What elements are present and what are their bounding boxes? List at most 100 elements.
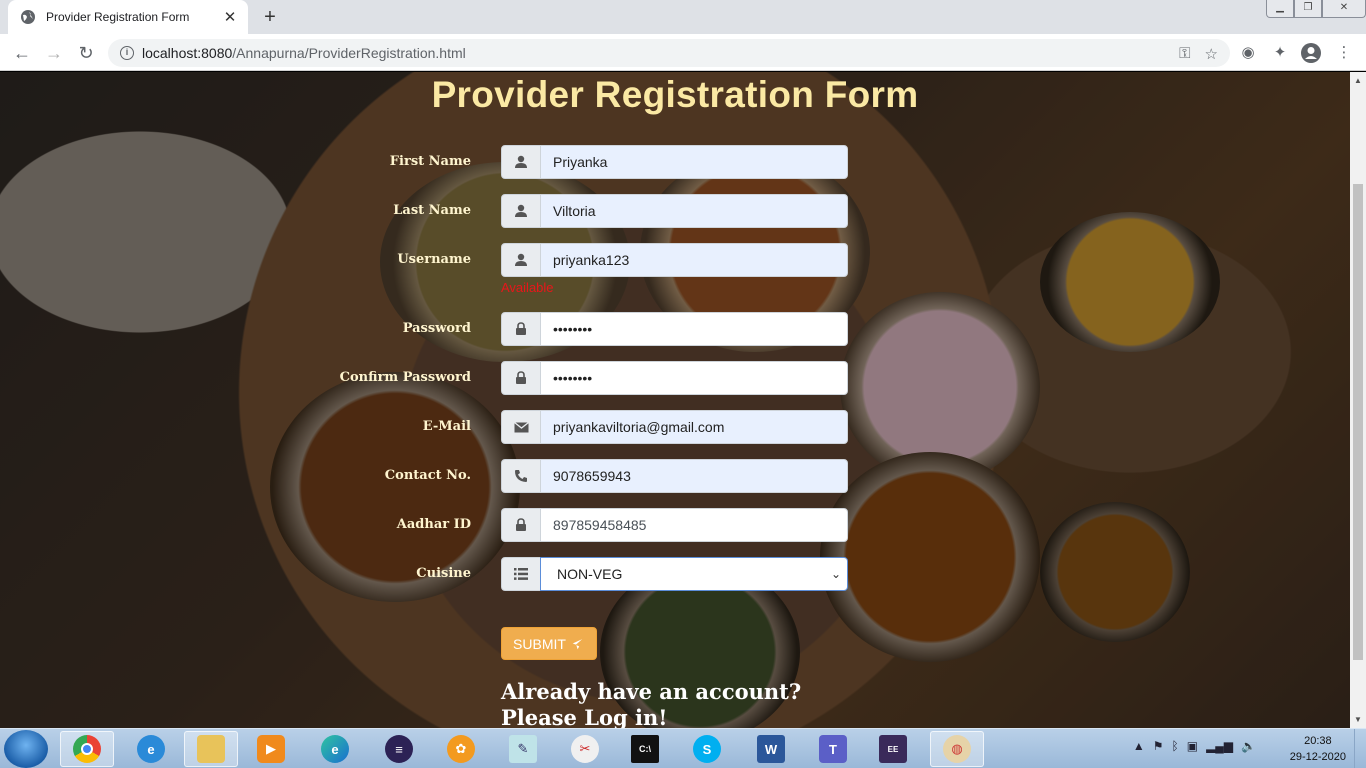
system-tray: ▲ ⚑ ᛒ ▣ ▂▄▆ 🔈 xyxy=(1133,739,1256,753)
list-icon xyxy=(501,557,541,591)
tab-title: Provider Registration Form xyxy=(46,10,190,24)
edge-icon: e xyxy=(321,735,349,763)
scroll-down-icon[interactable]: ▼ xyxy=(1354,715,1362,724)
menu-kebab-icon[interactable]: ⋮ xyxy=(1334,43,1354,63)
last-name-input[interactable]: Viltoria xyxy=(540,194,848,228)
first-name-row: First Name Priyanka xyxy=(0,145,1350,179)
taskbar-notes[interactable]: ✎ xyxy=(496,731,550,767)
submit-label: SUBMIT xyxy=(513,635,566,652)
confirm-password-input[interactable]: •••••••• xyxy=(540,361,848,395)
window-controls: ▁ ❐ ✕ xyxy=(1266,0,1366,18)
password-row: Password •••••••• xyxy=(0,312,1350,346)
action-center-icon[interactable]: ⚑ xyxy=(1153,739,1164,753)
last-name-row: Last Name Viltoria xyxy=(0,194,1350,228)
paper-plane-icon xyxy=(571,636,585,651)
taskbar-java-ide[interactable]: EE xyxy=(866,731,920,767)
email-row: E-Mail priyankaviltoria@gmail.com xyxy=(0,410,1350,444)
back-icon[interactable]: ← xyxy=(10,41,34,65)
taskbar-command-prompt[interactable]: C:\ xyxy=(618,731,672,767)
skype-icon: S xyxy=(693,735,721,763)
extensions-puzzle-icon[interactable]: ✦ xyxy=(1270,43,1290,63)
page-content: Provider Registration Form First Name Pr… xyxy=(0,72,1350,728)
password-input[interactable]: •••••••• xyxy=(540,312,848,346)
paint-palette-icon: ◍ xyxy=(943,735,971,763)
taskbar-paint[interactable]: ◍ xyxy=(930,731,984,767)
contact-input[interactable]: 9078659943 xyxy=(540,459,848,493)
show-desktop-button[interactable] xyxy=(1354,729,1366,768)
lock-icon xyxy=(501,508,541,542)
password-label: Password xyxy=(402,321,471,336)
confirm-password-label: Confirm Password xyxy=(339,370,471,385)
terminal-icon: C:\ xyxy=(631,735,659,763)
last-name-label: Last Name xyxy=(393,203,471,218)
windows-taskbar: e ▶ e ≡ ✿ ✎ ✂ C:\ S W T EE ◍ ▲ ⚑ ᛒ ▣ ▂▄▆… xyxy=(0,728,1366,768)
close-tab-icon[interactable]: ✕ xyxy=(222,8,238,26)
folder-icon xyxy=(197,735,225,763)
bookmark-star-icon[interactable]: ☆ xyxy=(1205,45,1218,63)
extension-icon[interactable]: ◉ xyxy=(1238,43,1258,63)
first-name-input[interactable]: Priyanka xyxy=(540,145,848,179)
new-tab-button[interactable]: + xyxy=(258,6,282,28)
clock-date: 29-12-2020 xyxy=(1289,751,1346,763)
username-availability-status: Available xyxy=(501,280,554,295)
email-label: E-Mail xyxy=(422,419,471,434)
address-bar[interactable]: i localhost:8080/Annapurna/ProviderRegis… xyxy=(108,39,1230,67)
tray-expand-icon[interactable]: ▲ xyxy=(1133,739,1145,753)
submit-button[interactable]: SUBMIT xyxy=(501,627,597,660)
taskbar-skype[interactable]: S xyxy=(680,731,734,767)
cuisine-selected-value: NON-VEG xyxy=(557,566,623,582)
page-title: Provider Registration Form xyxy=(431,74,919,115)
taskbar-media-player[interactable]: ▶ xyxy=(244,731,298,767)
key-icon[interactable]: ⚿ xyxy=(1179,45,1190,63)
taskbar-app[interactable]: ✿ xyxy=(434,731,488,767)
lock-icon xyxy=(501,312,541,346)
volume-icon[interactable]: 🔈 xyxy=(1241,739,1256,753)
cuisine-label: Cuisine xyxy=(416,566,471,581)
reload-icon[interactable]: ↻ xyxy=(74,41,98,65)
taskbar-teams[interactable]: T xyxy=(806,731,860,767)
username-input[interactable]: priyanka123 xyxy=(540,243,848,277)
first-name-label: First Name xyxy=(389,154,471,169)
globe-icon xyxy=(21,10,35,24)
system-clock[interactable]: 20:38 29-12-2020 xyxy=(1290,733,1346,765)
aadhar-label: Aadhar ID xyxy=(396,517,471,532)
lock-icon xyxy=(501,361,541,395)
scrollbar-thumb[interactable] xyxy=(1353,184,1363,660)
internet-explorer-icon: e xyxy=(137,735,165,763)
taskbar-snipping-tool[interactable]: ✂ xyxy=(558,731,612,767)
taskbar-eclipse[interactable]: ≡ xyxy=(372,731,426,767)
browser-tab[interactable]: Provider Registration Form ✕ xyxy=(8,0,248,34)
profile-avatar-icon[interactable] xyxy=(1301,43,1321,63)
restore-button[interactable]: ❐ xyxy=(1294,0,1322,18)
taskbar-word[interactable]: W xyxy=(744,731,798,767)
start-button[interactable] xyxy=(4,730,48,768)
forward-icon[interactable]: → xyxy=(42,41,66,65)
word-icon: W xyxy=(757,735,785,763)
site-info-icon[interactable]: i xyxy=(120,46,134,60)
contact-label: Contact No. xyxy=(384,468,471,483)
email-input[interactable]: priyankaviltoria@gmail.com xyxy=(540,410,848,444)
flower-app-icon: ✿ xyxy=(447,735,475,763)
device-icon[interactable]: ▣ xyxy=(1187,739,1198,753)
user-icon xyxy=(501,194,541,228)
user-icon xyxy=(501,145,541,179)
cuisine-select[interactable]: NON-VEG ⌄ xyxy=(540,557,848,591)
page-scrollbar[interactable]: ▲ ▼ xyxy=(1350,72,1366,728)
bluetooth-icon[interactable]: ᛒ xyxy=(1172,739,1179,753)
taskbar-edge[interactable]: e xyxy=(308,731,362,767)
clock-time: 20:38 xyxy=(1304,735,1332,747)
java-ide-icon: EE xyxy=(879,735,907,763)
login-link[interactable]: Already have an account?Please Log in! xyxy=(501,679,861,728)
cuisine-row: Cuisine NON-VEG ⌄ xyxy=(0,557,1350,591)
browser-toolbar: ← → ↻ i localhost:8080/Annapurna/Provide… xyxy=(0,34,1366,71)
scroll-up-icon[interactable]: ▲ xyxy=(1354,76,1362,85)
close-window-button[interactable]: ✕ xyxy=(1322,0,1366,18)
minimize-button[interactable]: ▁ xyxy=(1266,0,1294,18)
media-player-icon: ▶ xyxy=(257,735,285,763)
user-icon xyxy=(501,243,541,277)
aadhar-input[interactable]: 897859458485 xyxy=(540,508,848,542)
taskbar-file-explorer[interactable] xyxy=(184,731,238,767)
taskbar-chrome[interactable] xyxy=(60,731,114,767)
signal-icon[interactable]: ▂▄▆ xyxy=(1206,739,1233,753)
taskbar-internet-explorer[interactable]: e xyxy=(124,731,178,767)
